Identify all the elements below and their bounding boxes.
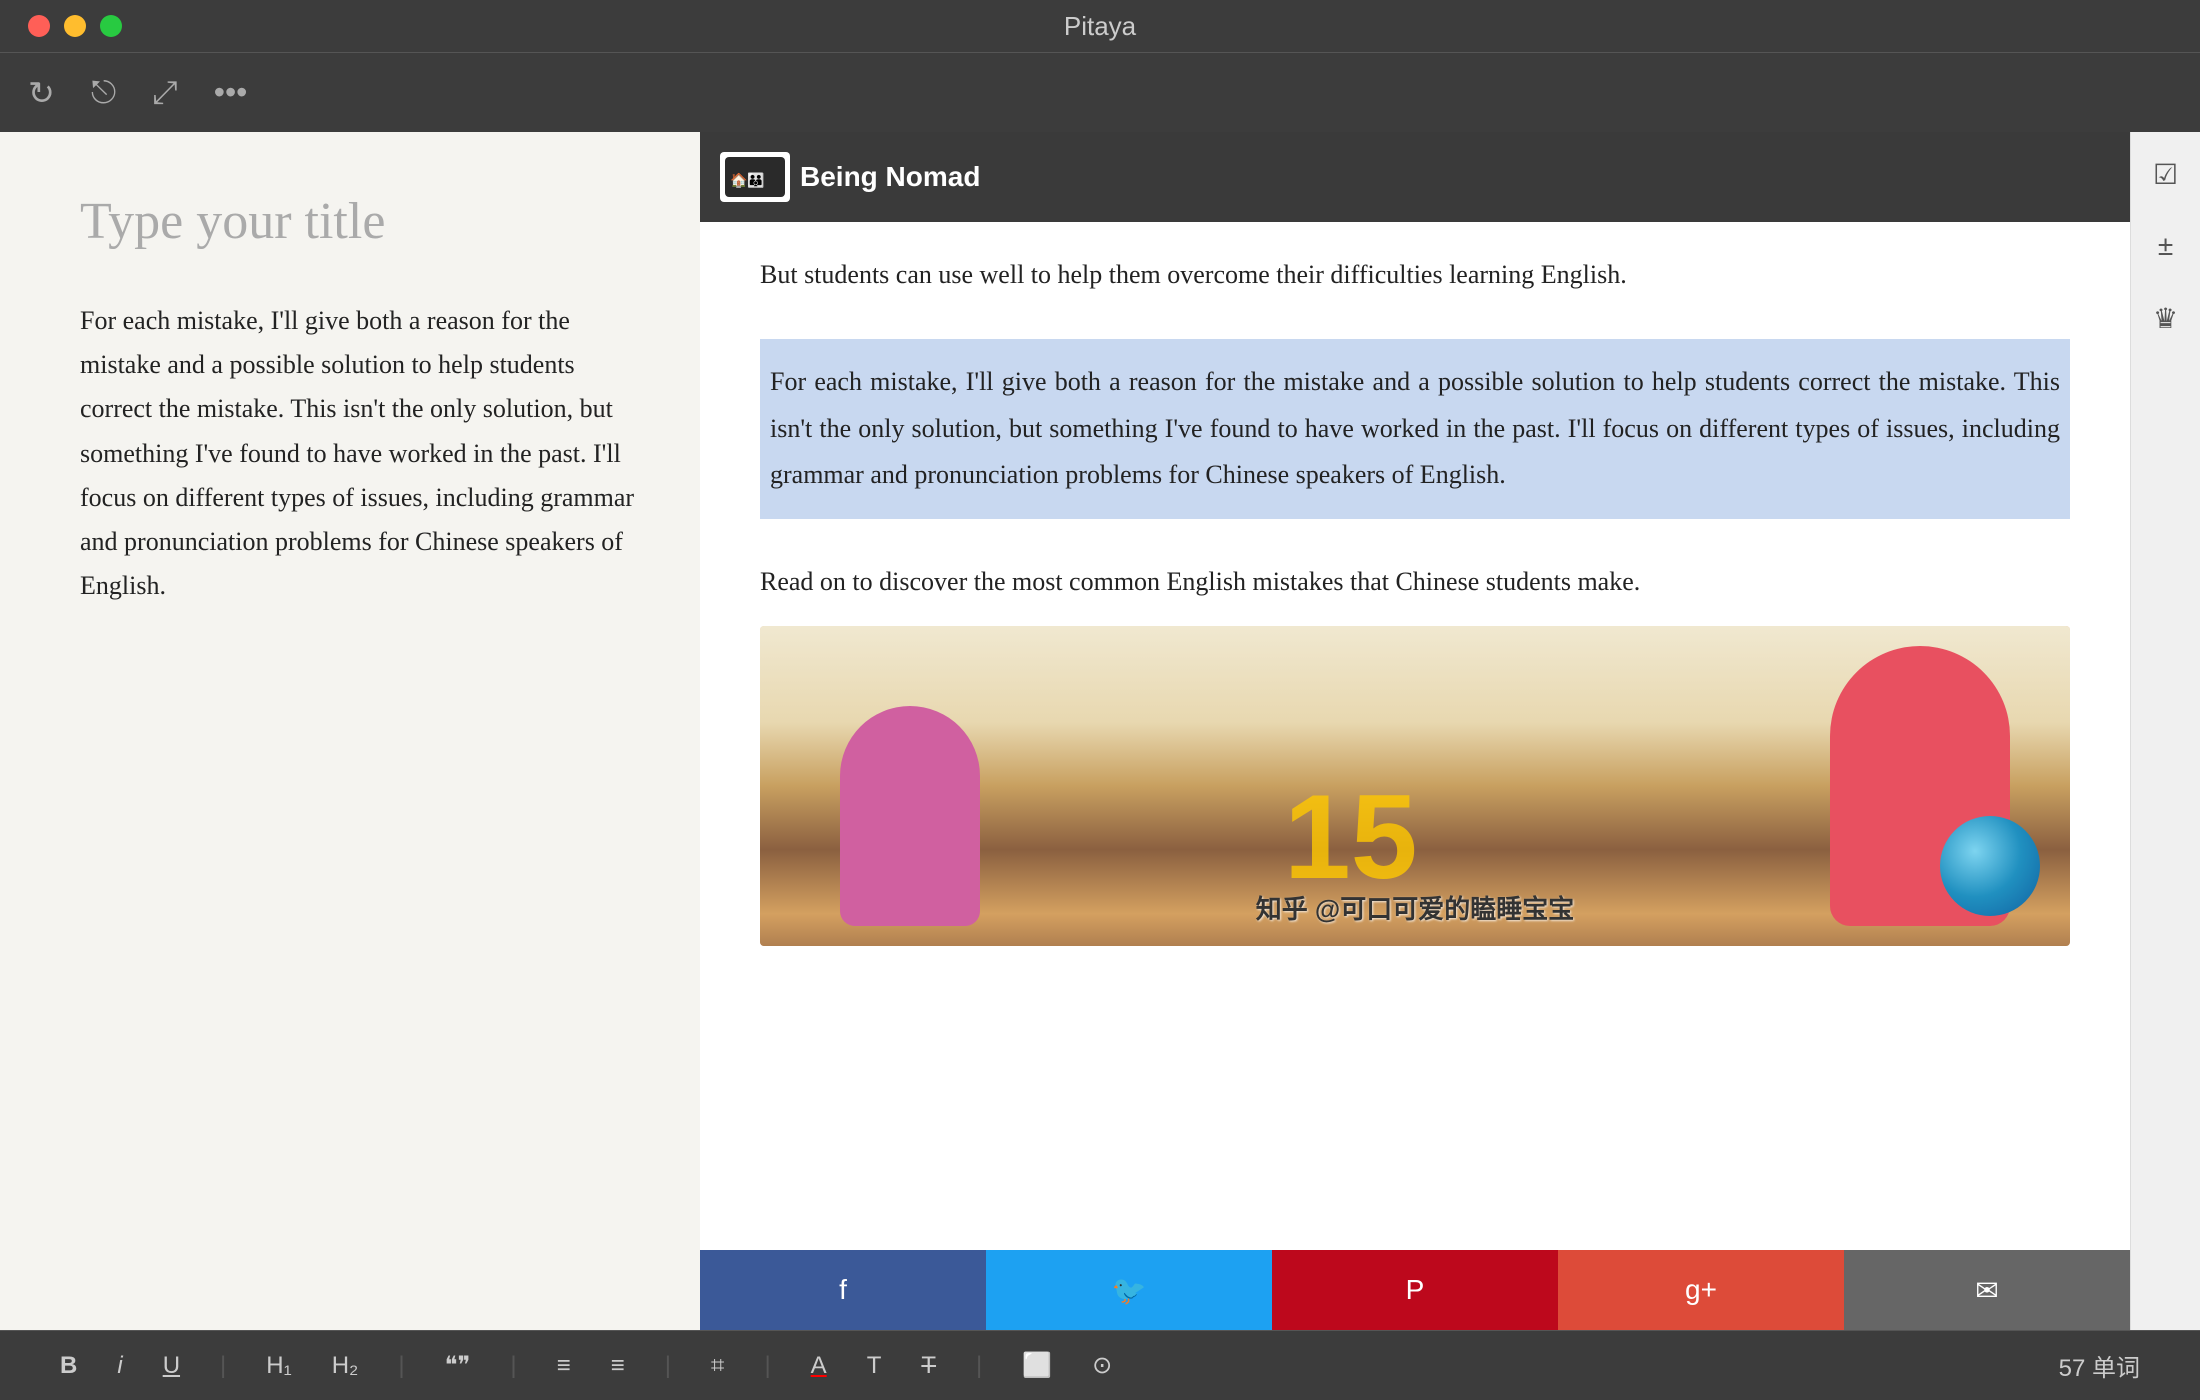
- browser-logo: 🏠👪 Being Nomad: [720, 152, 980, 202]
- svg-text:🏠👪: 🏠👪: [730, 172, 765, 189]
- quote-button[interactable]: ❝❞: [445, 1351, 471, 1380]
- minimize-button[interactable]: [64, 15, 86, 37]
- social-bar: f 🐦 P g+ ✉: [700, 1250, 2130, 1330]
- editor-body-text[interactable]: For each mistake, I'll give both a reaso…: [80, 299, 640, 608]
- crown-icon[interactable]: ♛: [2144, 296, 2188, 340]
- browser-logo-text: Being Nomad: [800, 161, 980, 193]
- image-button[interactable]: ⬜: [1022, 1351, 1052, 1380]
- link-button[interactable]: ⌗: [711, 1352, 725, 1380]
- main-area: Type your title For each mistake, I'll g…: [0, 132, 2200, 1330]
- right-sidebar: ☑ ± ♛: [2130, 132, 2200, 1330]
- h1-button[interactable]: H₁: [266, 1352, 291, 1380]
- teacher-scene: 15 知乎 @可口可爱的瞌睡宝宝: [760, 626, 2070, 946]
- number-overlay: 15: [1284, 768, 1417, 906]
- article-image: 15 知乎 @可口可爱的瞌睡宝宝: [760, 626, 2070, 946]
- maximize-button[interactable]: [100, 15, 122, 37]
- browser-text-bottom: Read on to discover the most common Engl…: [760, 539, 2070, 626]
- browser-pane: 🏠👪 Being Nomad ≡ But students can use we…: [700, 132, 2130, 1330]
- text-color-button[interactable]: A: [811, 1352, 827, 1380]
- editor-title-placeholder[interactable]: Type your title: [80, 192, 640, 251]
- globe: [1940, 816, 2040, 916]
- underline-button[interactable]: U: [163, 1352, 180, 1380]
- browser-text-top: But students can use well to help them o…: [760, 222, 2070, 319]
- editor-pane[interactable]: Type your title For each mistake, I'll g…: [0, 132, 700, 1330]
- checkbox-icon[interactable]: ☑: [2144, 152, 2188, 196]
- toolbar: ↻ ⎋ ⤢ •••: [0, 52, 2200, 132]
- list-bullet-button[interactable]: ≡: [557, 1352, 571, 1380]
- clock-button[interactable]: ⊙: [1092, 1351, 1112, 1380]
- strikethrough-button[interactable]: T: [921, 1352, 936, 1380]
- refresh-icon[interactable]: ↻: [28, 74, 55, 112]
- h2-button[interactable]: H₂: [332, 1352, 359, 1380]
- browser-content-area[interactable]: But students can use well to help them o…: [700, 222, 2130, 1220]
- word-count[interactable]: 57 单词: [2059, 1348, 2140, 1383]
- twitter-share-button[interactable]: 🐦: [986, 1250, 1272, 1330]
- font-T-button[interactable]: T: [867, 1352, 882, 1380]
- close-button[interactable]: [28, 15, 50, 37]
- logo-icon: 🏠👪: [720, 152, 790, 202]
- plus-minus-icon[interactable]: ±: [2144, 224, 2188, 268]
- zhihu-watermark: 知乎 @可口可爱的瞌睡宝宝: [1256, 889, 1575, 926]
- share-icon[interactable]: ⎋: [91, 74, 116, 112]
- hamburger-menu-button[interactable]: ≡: [2090, 712, 2110, 751]
- student-figure: [840, 706, 980, 926]
- window-controls: [28, 15, 122, 37]
- facebook-share-button[interactable]: f: [700, 1250, 986, 1330]
- highlighted-paragraph: For each mistake, I'll give both a reaso…: [760, 339, 2070, 519]
- status-bar: B i U | H₁ H₂ | ❝❞ | ≡ ≡ | ⌗ | A T T | ⬜…: [0, 1330, 2200, 1400]
- more-icon[interactable]: •••: [214, 74, 248, 111]
- google-plus-share-button[interactable]: g+: [1558, 1250, 1844, 1330]
- italic-button[interactable]: i: [117, 1352, 122, 1380]
- email-share-button[interactable]: ✉: [1844, 1250, 2130, 1330]
- fullscreen-icon[interactable]: ⤢: [152, 74, 178, 112]
- title-bar: Pitaya: [0, 0, 2200, 52]
- app-title: Pitaya: [1064, 11, 1136, 42]
- bold-button[interactable]: B: [60, 1352, 77, 1380]
- pinterest-share-button[interactable]: P: [1272, 1250, 1558, 1330]
- browser-nav: 🏠👪 Being Nomad ≡: [700, 132, 2130, 222]
- list-number-button[interactable]: ≡: [611, 1352, 625, 1380]
